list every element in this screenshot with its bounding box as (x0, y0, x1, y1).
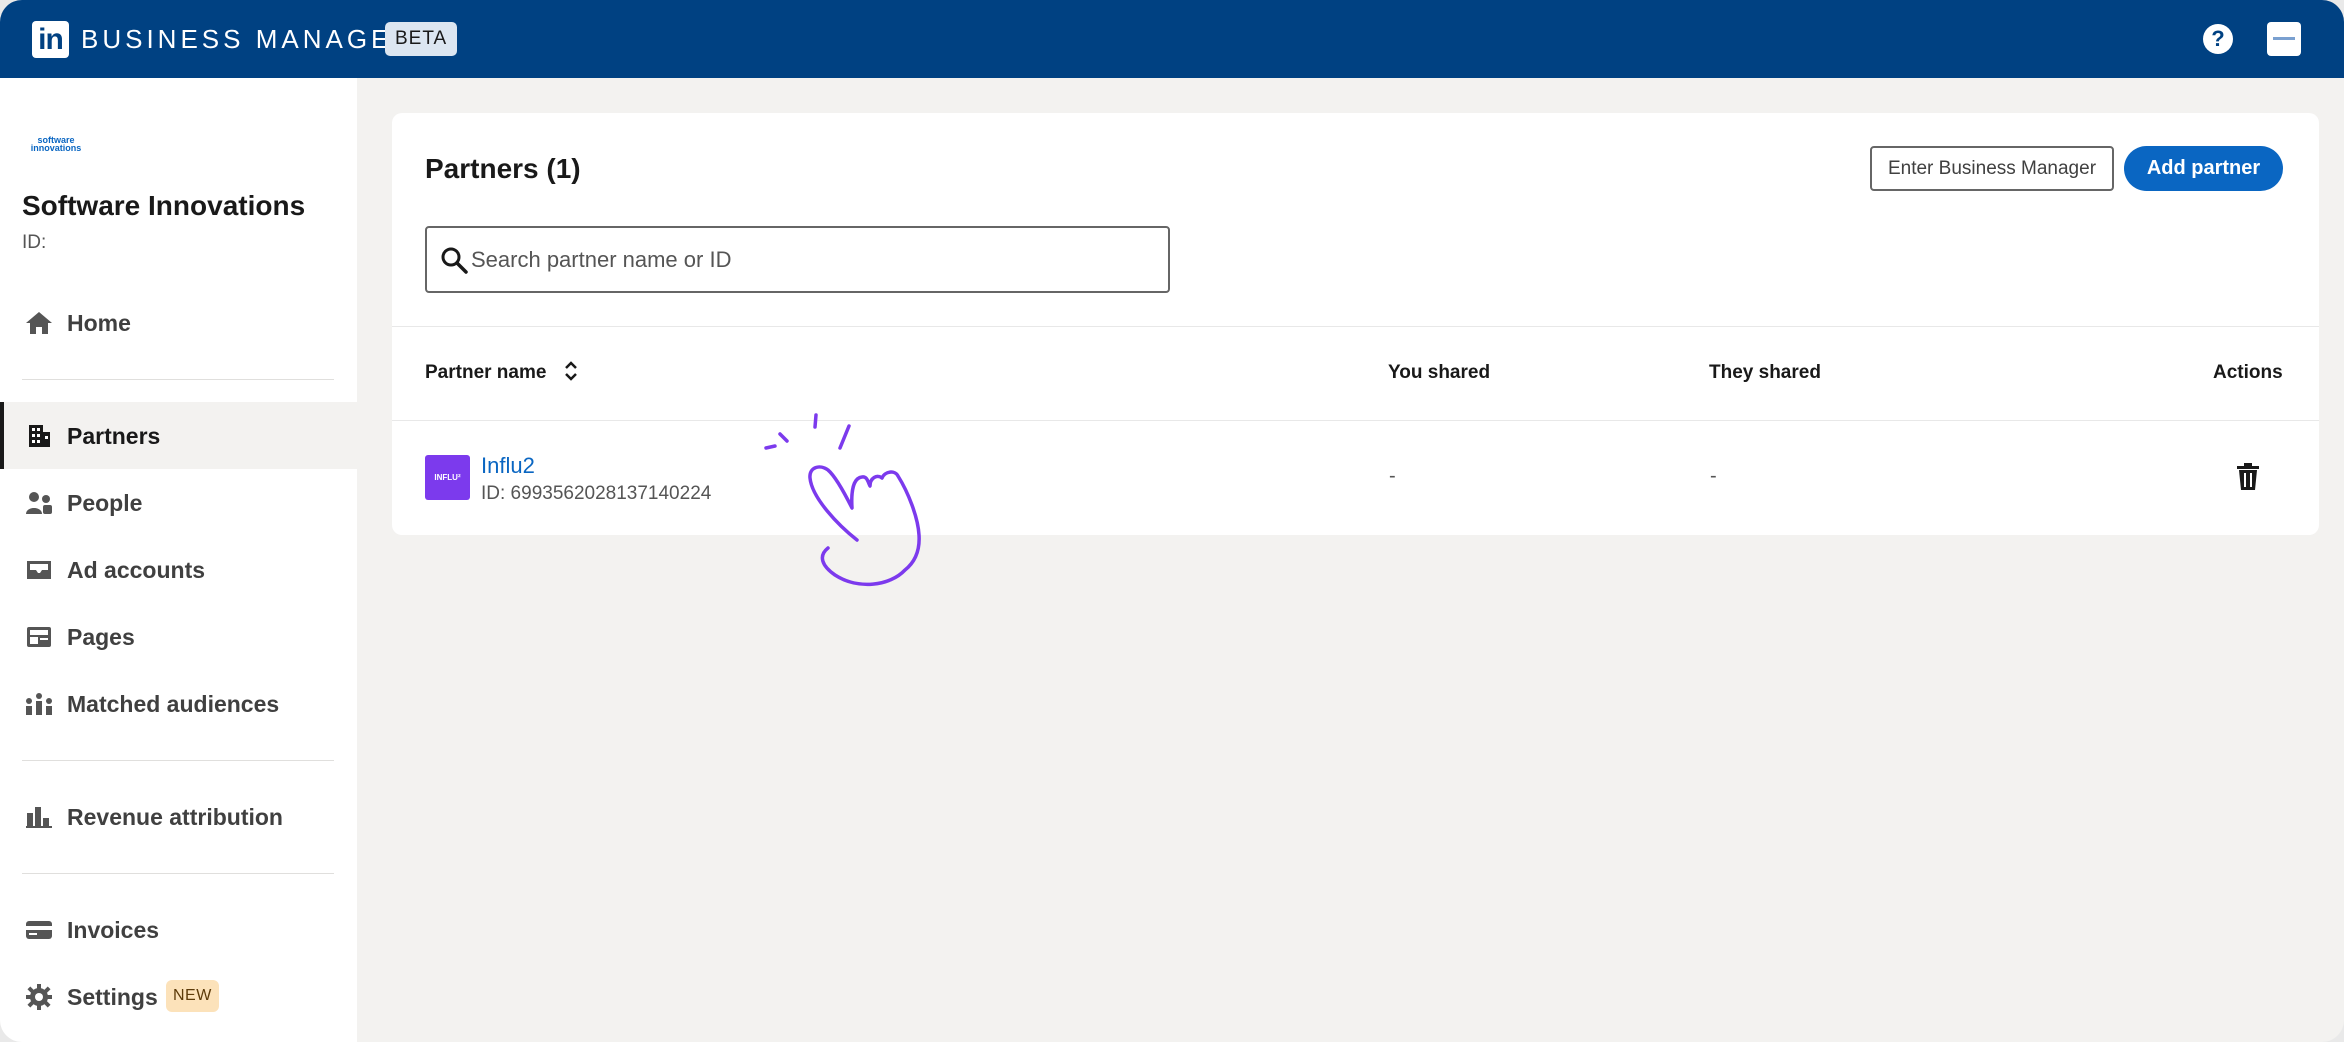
you-shared-value: - (1389, 465, 1396, 487)
pointing-hand-doodle (764, 413, 921, 587)
audience-icon (24, 691, 54, 717)
top-bar: in BUSINESS MANAGER BETA ? (0, 0, 2344, 78)
building-icon (24, 423, 54, 449)
sidebar-item-people[interactable]: People (0, 469, 357, 536)
partner-name-link[interactable]: Influ2 (481, 453, 535, 479)
partners-card: Partners (1) Enter Business Manager Add … (392, 113, 2319, 535)
sidebar-item-settings[interactable]: Settings NEW (0, 963, 357, 1030)
enter-business-manager-button[interactable]: Enter Business Manager (1870, 146, 2114, 191)
sidebar-item-invoices[interactable]: Invoices (0, 896, 357, 963)
app-window: in BUSINESS MANAGER BETA ? software inno… (0, 0, 2344, 1042)
sidebar-item-home[interactable]: Home (0, 289, 357, 356)
page-icon (24, 624, 54, 650)
credit-card-icon (24, 917, 54, 943)
bar-chart-icon (24, 804, 54, 830)
sidebar-item-label: People (67, 490, 143, 516)
divider (22, 873, 334, 874)
sidebar-item-label: Ad accounts (67, 557, 206, 583)
sidebar-item-label: Matched audiences (67, 691, 280, 717)
sidebar-item-ad-accounts[interactable]: Ad accounts (0, 536, 357, 603)
org-name: Software Innovations (22, 190, 306, 221)
divider (392, 326, 2319, 327)
sidebar-item-partners[interactable]: Partners (0, 402, 357, 469)
divider (392, 420, 2319, 421)
column-header-actions: Actions (2213, 362, 2283, 383)
org-id: ID: (22, 232, 47, 253)
sidebar-item-label: Partners (67, 423, 161, 449)
page-title: Partners (1) (425, 153, 581, 184)
sidebar-item-label: Revenue attribution (67, 804, 283, 830)
help-icon[interactable]: ? (2203, 24, 2233, 54)
org-logo: software innovations (30, 135, 82, 153)
sidebar-item-label: Home (67, 310, 131, 336)
partner-logo: INFLU² (425, 455, 470, 500)
linkedin-logo[interactable]: in (32, 21, 69, 58)
new-badge: NEW (166, 980, 219, 1012)
search-field[interactable] (425, 226, 1170, 293)
gear-icon (24, 984, 54, 1010)
sidebar-item-pages[interactable]: Pages (0, 603, 357, 670)
divider (22, 379, 334, 380)
beta-badge: BETA (385, 22, 458, 56)
sort-icon[interactable] (563, 359, 579, 383)
sidebar-item-revenue-attribution[interactable]: Revenue attribution (0, 783, 357, 850)
they-shared-value: - (1710, 465, 1717, 487)
column-header-partner-name[interactable]: Partner name (425, 362, 546, 384)
trash-icon[interactable] (2235, 462, 2261, 492)
account-avatar[interactable] (2267, 22, 2301, 56)
column-header-you-shared: You shared (1388, 362, 1491, 383)
search-input[interactable] (471, 240, 1151, 280)
app-title: BUSINESS MANAGER (81, 24, 416, 54)
partner-id: ID: 6993562028137140224 (481, 483, 712, 504)
people-icon (24, 490, 54, 516)
sidebar-item-label: Invoices (67, 917, 160, 943)
home-icon (24, 310, 54, 336)
sidebar: software innovations Software Innovation… (0, 78, 357, 1042)
column-header-they-shared: They shared (1709, 362, 1821, 383)
inbox-icon (24, 557, 54, 583)
search-icon (440, 246, 468, 274)
sidebar-item-label: Pages (67, 624, 135, 650)
sidebar-item-label: Settings (67, 984, 158, 1010)
sidebar-item-matched-audiences[interactable]: Matched audiences (0, 670, 357, 737)
add-partner-button[interactable]: Add partner (2124, 146, 2283, 191)
divider (22, 760, 334, 761)
